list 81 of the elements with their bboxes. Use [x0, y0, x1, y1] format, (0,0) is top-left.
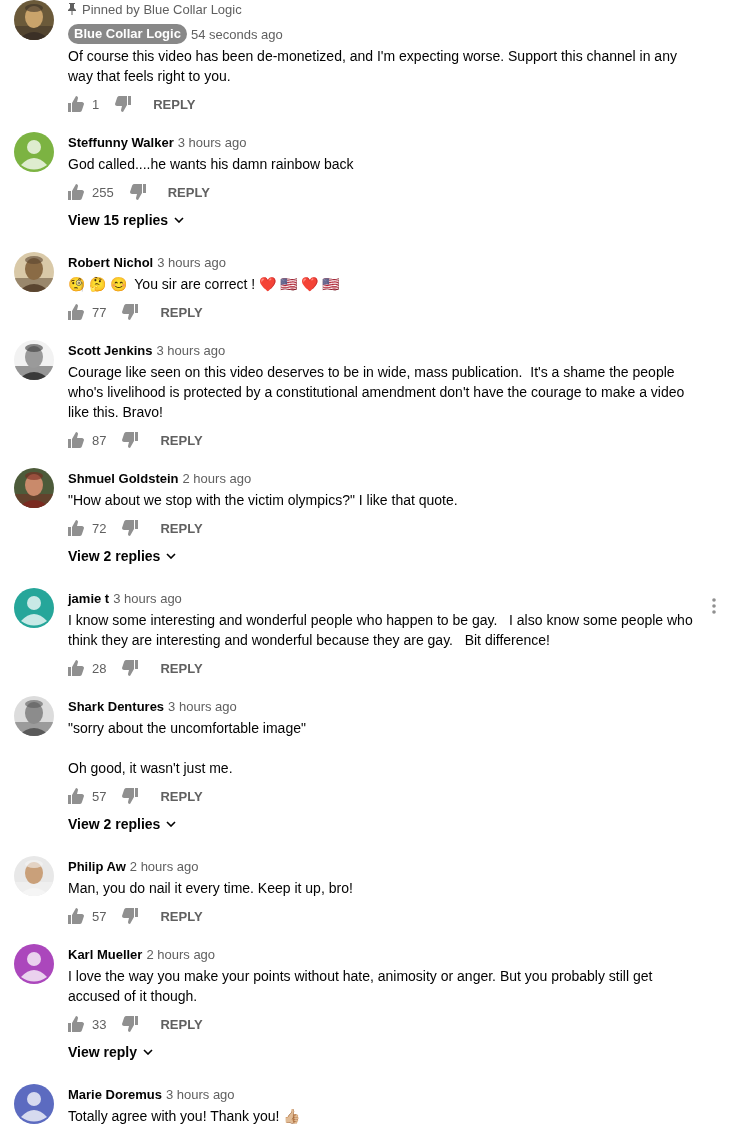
- reply-button[interactable]: REPLY: [154, 656, 209, 680]
- reply-button[interactable]: REPLY: [161, 180, 216, 204]
- chevron-down-icon: [166, 553, 177, 559]
- thumbs-up-icon[interactable]: [68, 304, 84, 320]
- author-name[interactable]: Shark Dentures: [68, 698, 165, 714]
- comment-text: Man, you do nail it every time. Keep it up, bro!: [68, 879, 354, 898]
- pinned-label: Pinned by Blue Collar Logic: [82, 1, 242, 17]
- more-options-icon[interactable]: [712, 598, 716, 614]
- thumbs-up-icon[interactable]: [68, 908, 84, 924]
- thumbs-up-icon[interactable]: [68, 660, 84, 676]
- comment-time[interactable]: 3 hours ago: [156, 342, 226, 358]
- comment-text: I love the way you make your points without hate, animosity or anger. But you probably still get accused of it though.: [68, 967, 654, 1006]
- comment-text: Courage like seen on this video deserves to be in wide, mass publication. It's a shame the people who's livelihood is protected by a constitutional amendment don't have the courage to make a video like this. Bravo!: [68, 363, 686, 422]
- comment-text: 🧐 🤔 😊 You sir are correct ! ❤ 🇺🇸 ❤ 🇺🇸: [68, 275, 340, 294]
- thumbs-down-icon[interactable]: [122, 432, 139, 448]
- avatar-icon: [14, 588, 54, 628]
- reply-button[interactable]: REPLY: [154, 1012, 209, 1036]
- view-replies-link[interactable]: View 2 replies: [68, 544, 177, 568]
- author-name[interactable]: Robert Nichol: [68, 254, 154, 270]
- like-count: 77: [92, 304, 107, 320]
- comment-time[interactable]: 2 hours ago: [129, 858, 199, 874]
- thumbs-up-icon[interactable]: [68, 432, 84, 448]
- chevron-down-icon: [143, 1049, 153, 1055]
- author-name[interactable]: Marie Doremus: [68, 1086, 162, 1102]
- like-count: 57: [92, 788, 107, 804]
- reply-button[interactable]: REPLY: [154, 516, 209, 540]
- comment-time[interactable]: 3 hours ago: [113, 590, 182, 606]
- like-count: 72: [92, 520, 107, 536]
- author-name[interactable]: Steffunny Walker: [68, 134, 174, 150]
- comment-text: I know some interesting and wonderful people who happen to be gay. I also know some people who think they are interesting and wonderful because they are gay. Bit difference!: [68, 611, 693, 650]
- thumbs-down-icon[interactable]: [122, 788, 139, 804]
- comment-text: Of course this video has been de-monetized, and I'm expecting worse. Support this channel in any way that feels right to you.: [68, 47, 678, 86]
- author-name[interactable]: Scott Jenkins: [68, 342, 153, 358]
- like-count: 28: [92, 660, 107, 676]
- comment-time[interactable]: 2 hours ago: [146, 946, 216, 962]
- like-count: 87: [92, 432, 107, 448]
- thumbs-down-icon[interactable]: [122, 1016, 139, 1032]
- thumbs-down-icon[interactable]: [122, 908, 139, 924]
- thumbs-up-icon[interactable]: [68, 788, 84, 804]
- avatar-icon: [14, 1084, 54, 1124]
- avatar-icon: [14, 132, 54, 172]
- view-replies-link[interactable]: View 2 replies: [68, 812, 177, 836]
- like-count: 57: [92, 908, 107, 924]
- comment-text: "sorry about the uncomfortable image" Oh good, it wasn't just me.: [68, 719, 307, 778]
- comment-text: "How about we stop with the victim olympics?" I like that quote.: [68, 491, 459, 510]
- view-replies-link[interactable]: View 15 replies: [68, 208, 185, 232]
- thumbs-down-icon[interactable]: [115, 96, 132, 112]
- thumbs-down-icon[interactable]: [122, 304, 139, 320]
- author-name[interactable]: Shmuel Goldstein: [68, 470, 179, 486]
- author-name[interactable]: Philip Aw: [68, 858, 126, 874]
- thumbs-down-icon[interactable]: [122, 660, 139, 676]
- thumbs-up-icon[interactable]: [68, 520, 84, 536]
- thumbs-up-icon[interactable]: [68, 184, 84, 200]
- author-name[interactable]: Blue Collar Logic: [68, 24, 187, 44]
- chevron-down-icon: [166, 821, 177, 827]
- thumbs-down-icon[interactable]: [129, 184, 146, 200]
- author-name[interactable]: jamie t: [68, 590, 110, 606]
- reply-button[interactable]: REPLY: [147, 92, 202, 116]
- comment-time[interactable]: 3 hours ago: [168, 698, 237, 714]
- reply-button[interactable]: REPLY: [154, 428, 209, 452]
- like-count: 255: [92, 184, 114, 200]
- thumbs-up-icon[interactable]: [68, 1016, 84, 1032]
- avatar-icon: [14, 944, 54, 984]
- author-name[interactable]: Karl Mueller: [68, 946, 143, 962]
- reply-button[interactable]: REPLY: [154, 784, 209, 808]
- thumbs-down-icon[interactable]: [122, 520, 139, 536]
- comment-time[interactable]: 3 hours ago: [165, 1086, 235, 1102]
- comment-text: Totally agree with you! Thank you! 👍🏼: [68, 1107, 302, 1126]
- chevron-down-icon: [174, 217, 185, 223]
- comment-time[interactable]: 3 hours ago: [157, 254, 226, 270]
- comment-time[interactable]: 54 seconds ago: [190, 26, 283, 42]
- comment-time[interactable]: 2 hours ago: [182, 470, 252, 486]
- comment-text: God called....he wants his damn rainbow back: [68, 155, 355, 174]
- comment-time[interactable]: 3 hours ago: [177, 134, 247, 150]
- view-replies-link[interactable]: View reply: [68, 1040, 153, 1064]
- like-count: 33: [92, 1016, 107, 1032]
- pin-icon: [68, 3, 76, 15]
- reply-button[interactable]: REPLY: [154, 300, 209, 324]
- thumbs-up-icon[interactable]: [68, 96, 84, 112]
- reply-button[interactable]: REPLY: [154, 904, 209, 928]
- like-count: 1: [92, 96, 100, 112]
